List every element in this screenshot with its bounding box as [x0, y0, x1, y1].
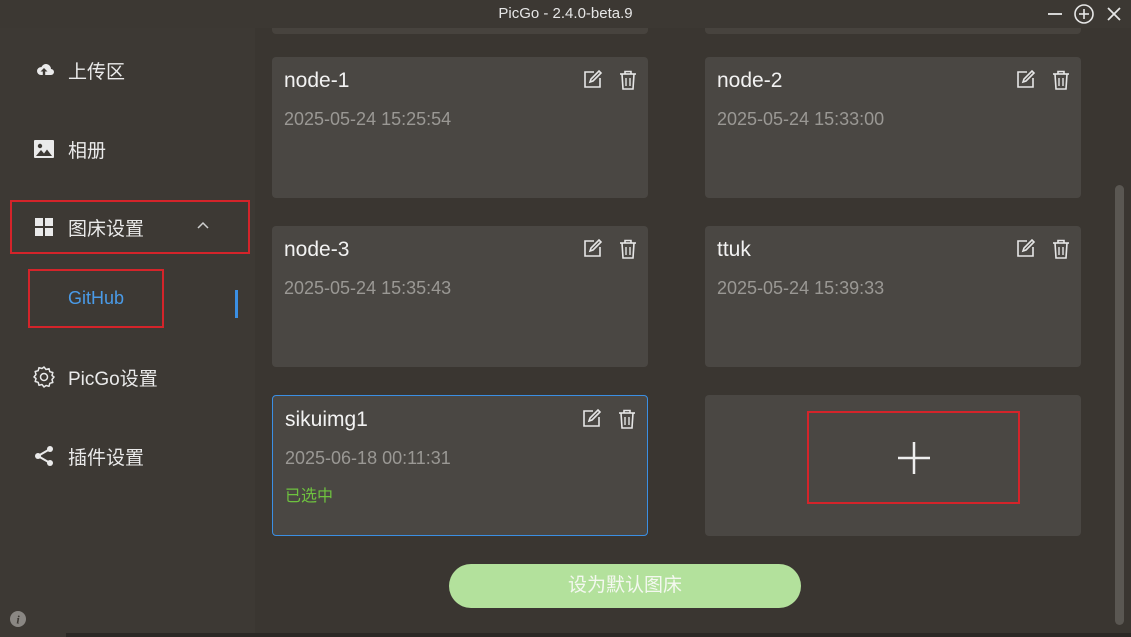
image-icon — [32, 137, 56, 161]
config-date: 2025-05-24 15:33:00 — [717, 109, 885, 129]
plus-icon — [897, 441, 930, 474]
sidebar-item-label: 图床设置 — [68, 218, 145, 240]
minimize-button[interactable] — [1044, 3, 1066, 25]
sidebar-item-picbed-settings[interactable]: 图床设置 — [10, 200, 250, 254]
close-button[interactable] — [1103, 3, 1125, 25]
config-card-selected[interactable]: sikuimg1 2025-06-18 00:11:31 已选中 — [272, 395, 648, 536]
config-card[interactable]: node-2 2025-05-24 15:33:00 — [705, 57, 1081, 198]
config-card[interactable]: node-3 2025-05-24 15:35:43 — [272, 226, 648, 367]
cloud-upload-icon — [32, 58, 56, 82]
config-card[interactable]: node-1 2025-05-24 15:25:54 — [272, 57, 648, 198]
scrollbar[interactable] — [1115, 185, 1124, 625]
edit-icon[interactable] — [580, 408, 602, 430]
sidebar-item-picgo-settings[interactable]: PicGo设置 — [12, 352, 248, 402]
selected-status: 已选中 — [285, 488, 334, 505]
config-date: 2025-06-18 00:11:31 — [285, 448, 451, 468]
sidebar-item-label: 相册 — [68, 140, 107, 162]
chevron-up-icon — [194, 217, 212, 235]
config-name: node-2 — [717, 69, 783, 92]
edit-icon[interactable] — [1014, 69, 1036, 91]
sidebar-item-label: PicGo设置 — [68, 368, 158, 390]
sidebar-item-plugin-settings[interactable]: 插件设置 — [12, 431, 248, 481]
edit-icon[interactable] — [1014, 238, 1036, 260]
plus-circle-icon — [1074, 4, 1094, 24]
card-partial-top — [272, 28, 648, 34]
edit-icon[interactable] — [581, 69, 603, 91]
sidebar-item-upload[interactable]: 上传区 — [12, 45, 248, 95]
sidebar-subitem-github[interactable]: GitHub — [28, 269, 164, 328]
sidebar — [0, 28, 255, 637]
sidebar-item-gallery[interactable]: 相册 — [12, 124, 248, 174]
set-default-button[interactable]: 设为默认图床 — [449, 564, 801, 608]
config-date: 2025-05-24 15:25:54 — [284, 109, 452, 129]
config-name: sikuimg1 — [285, 408, 368, 431]
gear-icon — [32, 365, 56, 389]
delete-icon[interactable] — [617, 238, 639, 260]
add-config-button[interactable] — [807, 411, 1020, 504]
active-indicator — [235, 290, 238, 318]
config-name: ttuk — [717, 238, 751, 261]
sidebar-item-label: 上传区 — [68, 61, 126, 83]
config-date: 2025-05-24 15:35:43 — [284, 278, 452, 298]
share-icon — [32, 444, 56, 468]
title-bar: PicGo - 2.4.0-beta.9 — [0, 0, 1131, 28]
info-icon[interactable]: i — [9, 610, 27, 628]
sidebar-subitem-label: GitHub — [67, 288, 125, 308]
edit-icon[interactable] — [581, 238, 603, 260]
config-name: node-1 — [284, 69, 350, 92]
maximize-button[interactable] — [1073, 3, 1095, 25]
close-icon — [1107, 7, 1121, 21]
card-partial-top — [705, 28, 1081, 34]
grid-icon — [32, 215, 56, 239]
delete-icon[interactable] — [1050, 238, 1072, 260]
delete-icon[interactable] — [617, 69, 639, 91]
window-title: PicGo - 2.4.0-beta.9 — [498, 5, 633, 22]
sidebar-item-label: 插件设置 — [68, 447, 145, 469]
delete-icon[interactable] — [616, 408, 638, 430]
bottom-edge — [66, 633, 1131, 637]
config-date: 2025-05-24 15:39:33 — [717, 278, 885, 298]
minimize-icon — [1048, 13, 1062, 15]
delete-icon[interactable] — [1050, 69, 1072, 91]
config-name: node-3 — [284, 238, 350, 261]
config-card[interactable]: ttuk 2025-05-24 15:39:33 — [705, 226, 1081, 367]
